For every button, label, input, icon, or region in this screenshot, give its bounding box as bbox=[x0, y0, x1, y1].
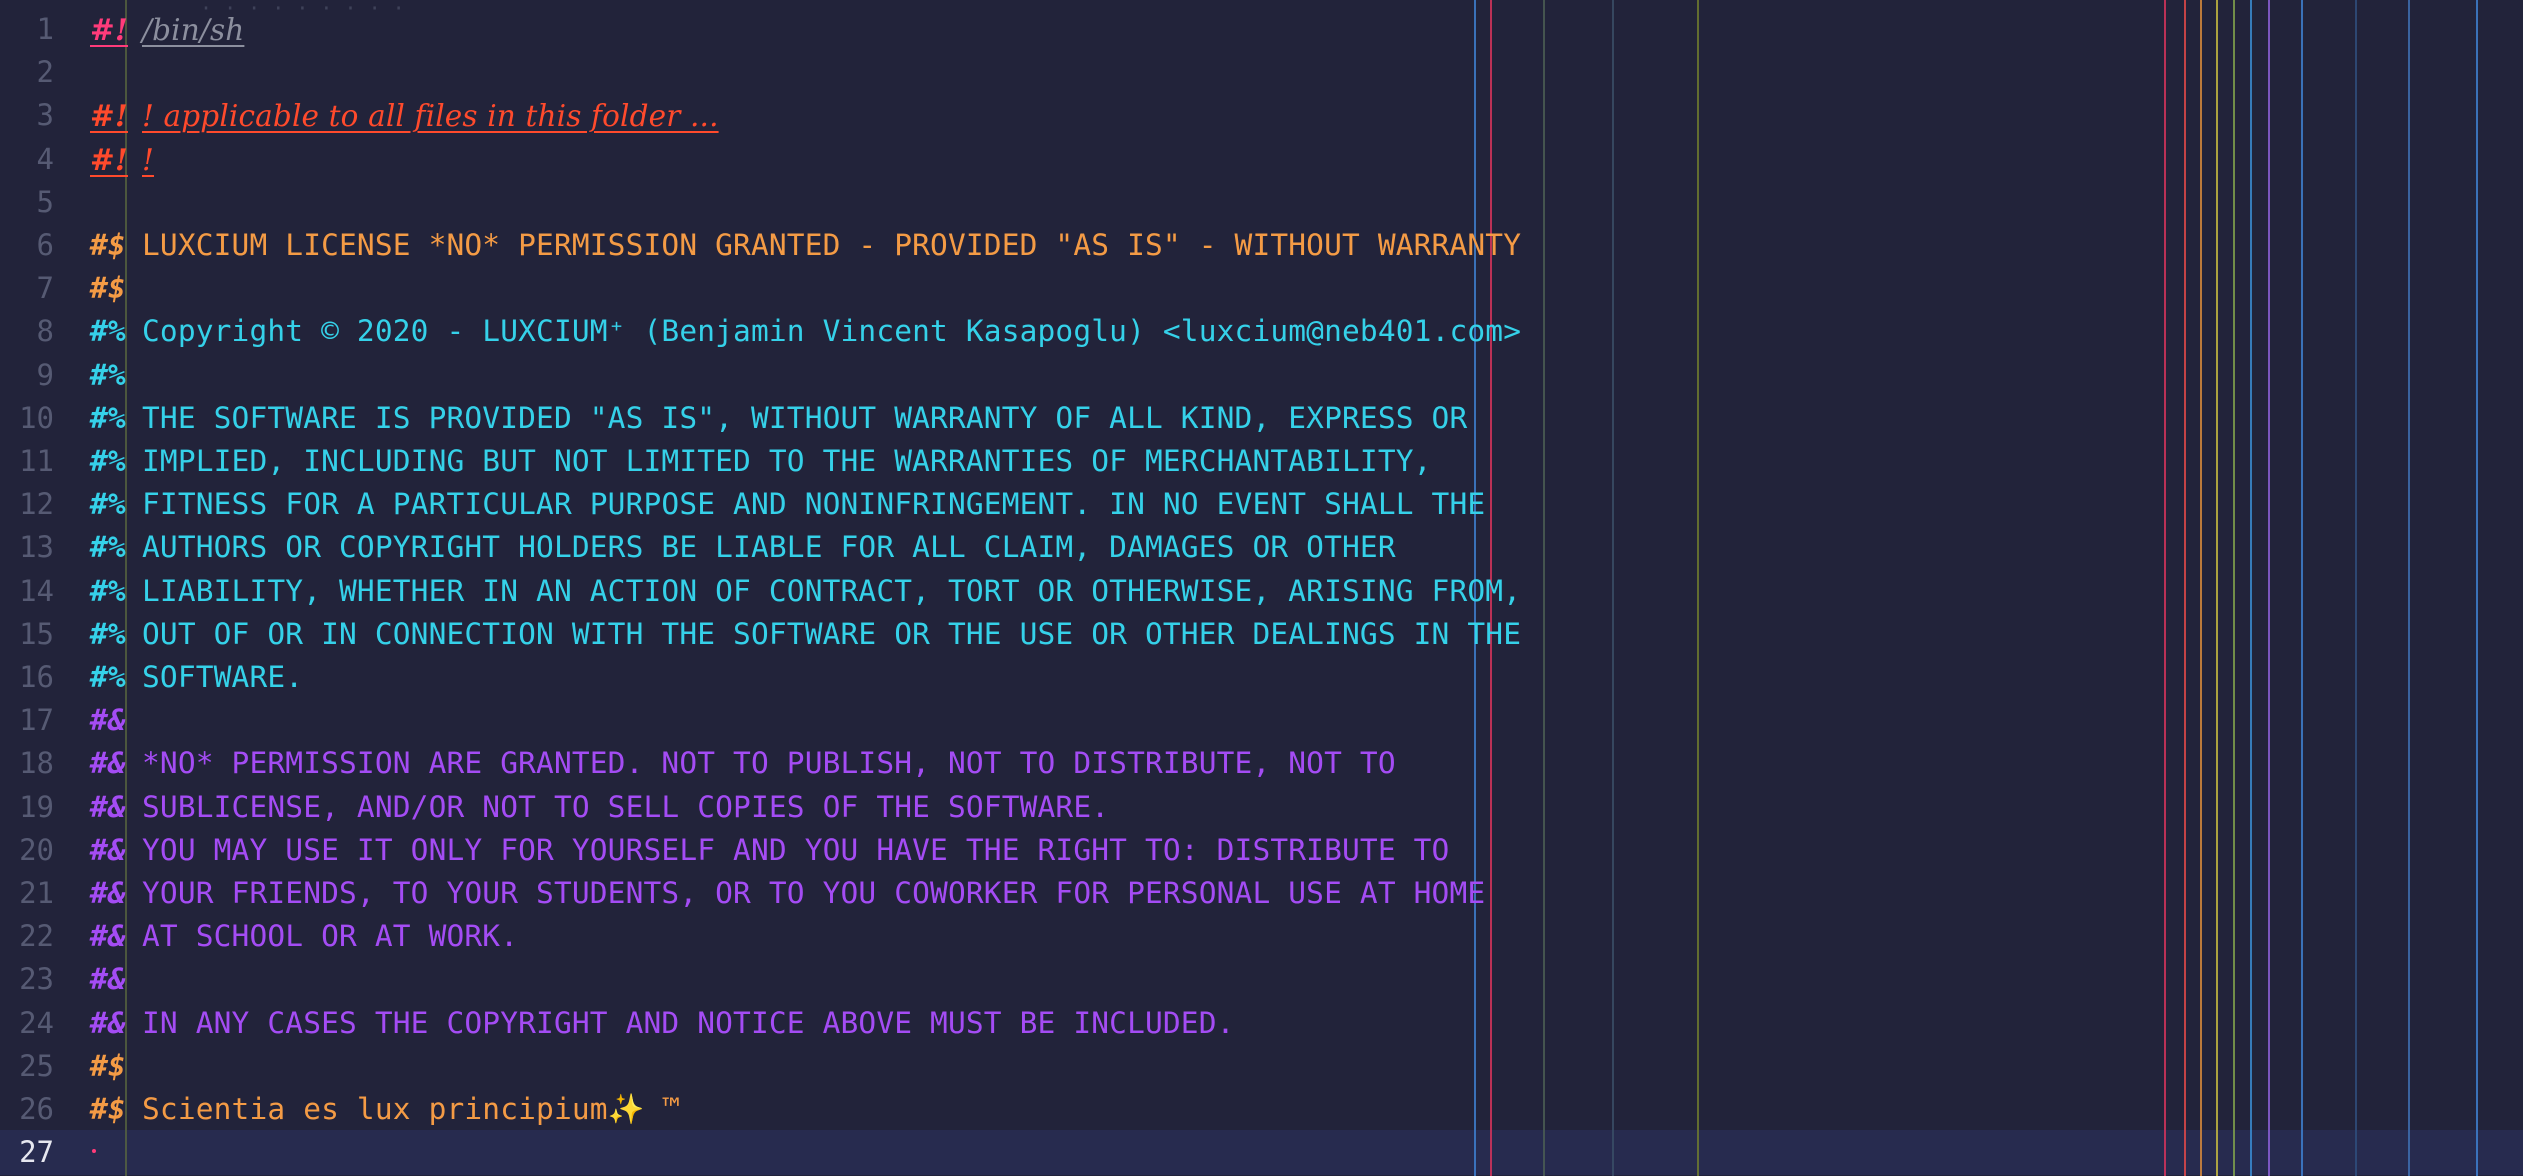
code-line[interactable]: #% OUT OF OR IN CONNECTION WITH THE SOFTW… bbox=[90, 613, 1521, 656]
code-line[interactable]: #! ! applicable to all files in this fold… bbox=[90, 94, 719, 137]
comment-prefix: #% bbox=[90, 660, 126, 694]
code-line[interactable]: #% bbox=[90, 354, 142, 397]
code-text: THE SOFTWARE IS PROVIDED "AS IS", WITHOU… bbox=[142, 400, 1468, 435]
comment-prefix: #$ bbox=[90, 228, 126, 262]
code-text: Copyright © 2020 - LUXCIUM⁺ (Benjamin Vi… bbox=[142, 314, 1522, 349]
code-text: SOFTWARE. bbox=[142, 660, 304, 694]
code-text: LUXCIUM LICENSE *NO* PERMISSION GRANTED … bbox=[142, 228, 1522, 262]
comment-prefix: #$ bbox=[90, 271, 126, 306]
code-line[interactable] bbox=[90, 1131, 142, 1174]
comment-prefix: #& bbox=[90, 789, 126, 824]
comment-prefix: #% bbox=[90, 357, 126, 392]
code-line[interactable]: #% AUTHORS OR COPYRIGHT HOLDERS BE LIABLE… bbox=[90, 526, 1396, 569]
code-area[interactable]: #! /bin/sh #! ! applicable to all files in … bbox=[0, 0, 2523, 1176]
comment-prefix: #% bbox=[90, 444, 126, 478]
code-line[interactable]: #% SOFTWARE. bbox=[90, 656, 303, 699]
code-text: IN ANY CASES THE COPYRIGHT AND NOTICE AB… bbox=[142, 1005, 1235, 1040]
code-text: SUBLICENSE, AND/OR NOT TO SELL COPIES OF… bbox=[142, 789, 1110, 824]
code-line[interactable]: #% FITNESS FOR A PARTICULAR PURPOSE AND N… bbox=[90, 483, 1485, 526]
code-text: FITNESS FOR A PARTICULAR PURPOSE AND NON… bbox=[142, 487, 1486, 522]
comment-prefix: #$ bbox=[90, 1048, 126, 1083]
comment-prefix: #& bbox=[90, 746, 126, 781]
code-line[interactable]: #% Copyright © 2020 - LUXCIUM⁺ (Benjamin … bbox=[90, 310, 1521, 353]
code-editor[interactable]: · · · · · · · · · 1 2 3 4 5 6 7 8 9 10 11 12 13 14 15 1… bbox=[0, 0, 2523, 1176]
comment-prefix: #% bbox=[90, 400, 126, 435]
comment-prefix: #! bbox=[90, 141, 128, 177]
comment-prefix: #! bbox=[90, 98, 128, 134]
code-line[interactable]: #$ bbox=[90, 1045, 142, 1088]
code-line[interactable]: #% LIABILITY, WHETHER IN AN ACTION OF CON… bbox=[90, 570, 1521, 613]
code-line[interactable]: #& YOUR FRIENDS, TO YOUR STUDENTS, OR TO … bbox=[90, 872, 1485, 915]
code-line[interactable]: #& bbox=[90, 958, 142, 1001]
code-text: Scientia es lux principium✨ ™ bbox=[142, 1092, 681, 1126]
code-line[interactable]: #% IMPLIED, INCLUDING BUT NOT LIMITED TO … bbox=[90, 440, 1432, 483]
code-line[interactable]: #& YOU MAY USE IT ONLY FOR YOURSELF AND Y… bbox=[90, 829, 1449, 872]
comment-prefix: #& bbox=[90, 876, 126, 910]
code-text: AT SCHOOL OR AT WORK. bbox=[142, 919, 519, 954]
code-line[interactable]: #% THE SOFTWARE IS PROVIDED "AS IS", WITH… bbox=[90, 397, 1467, 440]
comment-prefix: #! bbox=[90, 12, 128, 47]
code-text: ! bbox=[142, 142, 155, 177]
code-text: AUTHORS OR COPYRIGHT HOLDERS BE LIABLE F… bbox=[142, 530, 1396, 565]
comment-prefix: #& bbox=[90, 919, 126, 954]
code-line[interactable]: #& bbox=[90, 699, 142, 742]
code-line[interactable] bbox=[90, 51, 142, 94]
code-line[interactable]: #& AT SCHOOL OR AT WORK. bbox=[90, 915, 518, 958]
comment-prefix: #& bbox=[90, 1005, 126, 1040]
code-line[interactable]: #& SUBLICENSE, AND/OR NOT TO SELL COPIES … bbox=[90, 786, 1109, 829]
comment-prefix: #$ bbox=[90, 1092, 126, 1126]
comment-prefix: #% bbox=[90, 314, 126, 349]
code-line[interactable]: #& *NO* PERMISSION ARE GRANTED. NOT TO PU… bbox=[90, 742, 1396, 785]
comment-prefix: #% bbox=[90, 487, 126, 522]
comment-prefix: #% bbox=[90, 530, 126, 565]
code-line[interactable]: #$ Scientia es lux principium✨ ™ bbox=[90, 1088, 680, 1131]
comment-prefix: #& bbox=[90, 962, 126, 997]
code-text: ! applicable to all files in this folder… bbox=[142, 99, 719, 134]
comment-prefix: #% bbox=[90, 573, 126, 608]
code-text: YOU MAY USE IT ONLY FOR YOURSELF AND YOU… bbox=[142, 832, 1450, 867]
code-text: *NO* PERMISSION ARE GRANTED. NOT TO PUBL… bbox=[142, 746, 1396, 781]
code-line[interactable]: #& IN ANY CASES THE COPYRIGHT AND NOTICE … bbox=[90, 1002, 1235, 1045]
comment-prefix: #% bbox=[90, 616, 126, 651]
code-line[interactable] bbox=[90, 181, 142, 224]
comment-prefix: #& bbox=[90, 703, 126, 738]
code-line[interactable]: #$ LUXCIUM LICENSE *NO* PERMISSION GRANTE… bbox=[90, 224, 1521, 267]
code-text: LIABILITY, WHETHER IN AN ACTION OF CONTR… bbox=[142, 573, 1522, 608]
code-line[interactable]: #! /bin/sh bbox=[90, 8, 244, 51]
comment-prefix: #& bbox=[90, 832, 126, 867]
code-text: YOUR FRIENDS, TO YOUR STUDENTS, OR TO YO… bbox=[142, 876, 1486, 910]
code-line[interactable]: #$ bbox=[90, 267, 142, 310]
text-cursor bbox=[92, 1149, 96, 1153]
code-text: /bin/sh bbox=[142, 13, 245, 47]
code-text: OUT OF OR IN CONNECTION WITH THE SOFTWAR… bbox=[142, 616, 1522, 651]
code-line[interactable]: #!! bbox=[90, 138, 154, 181]
code-text: IMPLIED, INCLUDING BUT NOT LIMITED TO TH… bbox=[142, 444, 1432, 478]
